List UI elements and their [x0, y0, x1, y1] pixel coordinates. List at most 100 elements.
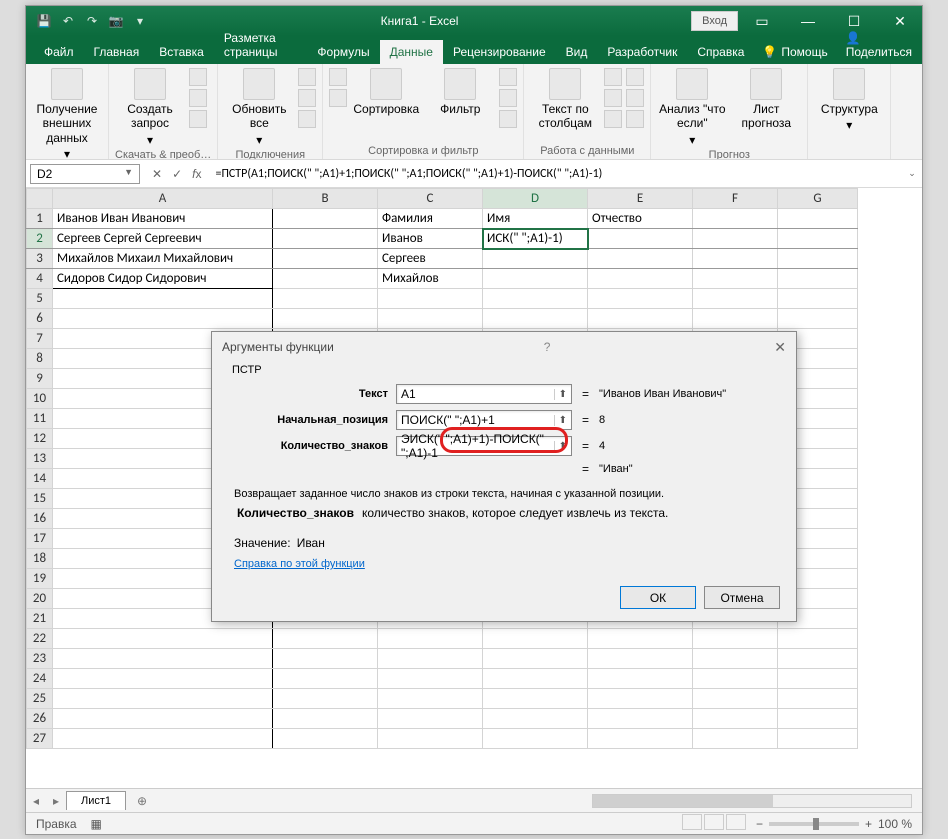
minimize-button[interactable]: — — [786, 6, 830, 36]
cell-A26[interactable] — [53, 709, 273, 729]
cell-D27[interactable] — [483, 729, 588, 749]
cell-F27[interactable] — [693, 729, 778, 749]
flash-fill-icon[interactable] — [604, 68, 622, 86]
dialog-help-icon[interactable]: ? — [544, 340, 551, 354]
cell-E5[interactable] — [588, 289, 693, 309]
arg1-input[interactable]: A1⬆ — [396, 384, 572, 404]
clear-filter-icon[interactable] — [499, 68, 517, 86]
manage-model-icon[interactable] — [626, 110, 644, 128]
cell-G3[interactable] — [778, 249, 858, 269]
col-header-E[interactable]: E — [588, 189, 693, 209]
zoom-out-icon[interactable]: − — [756, 817, 763, 831]
row-header-9[interactable]: 9 — [27, 369, 53, 389]
tab-help[interactable]: Справка — [687, 40, 754, 64]
formula-input[interactable]: =ПСТР(A1;ПОИСК(" ";A1)+1;ПОИСК(" ";A1;ПО… — [209, 165, 902, 183]
cell-B27[interactable] — [273, 729, 378, 749]
macro-record-icon[interactable]: ▦ — [91, 817, 102, 831]
cell-G4[interactable] — [778, 269, 858, 289]
ribbon-options-icon[interactable]: ▭ — [740, 6, 784, 36]
properties-icon[interactable] — [298, 89, 316, 107]
from-table-icon[interactable] — [189, 89, 207, 107]
normal-view-icon[interactable] — [682, 814, 702, 830]
tab-data[interactable]: Данные — [380, 40, 443, 64]
row-header-12[interactable]: 12 — [27, 429, 53, 449]
forecast-button[interactable]: Лист прогноза — [731, 68, 801, 131]
cell-C22[interactable] — [378, 629, 483, 649]
row-header-23[interactable]: 23 — [27, 649, 53, 669]
sort-az-icon[interactable] — [329, 68, 347, 86]
row-header-6[interactable]: 6 — [27, 309, 53, 329]
cell-A4[interactable]: Сидоров Сидор Сидорович — [53, 269, 273, 289]
cell-C24[interactable] — [378, 669, 483, 689]
cell-F3[interactable] — [693, 249, 778, 269]
cell-C26[interactable] — [378, 709, 483, 729]
tab-developer[interactable]: Разработчик — [597, 40, 687, 64]
row-header-24[interactable]: 24 — [27, 669, 53, 689]
cell-G2[interactable] — [778, 229, 858, 249]
tab-view[interactable]: Вид — [556, 40, 598, 64]
cell-D1[interactable]: Имя — [483, 209, 588, 229]
new-sheet-icon[interactable]: ⊕ — [132, 794, 152, 808]
redo-icon[interactable]: ↷ — [84, 13, 100, 29]
cell-B3[interactable] — [273, 249, 378, 269]
row-header-8[interactable]: 8 — [27, 349, 53, 369]
tab-insert[interactable]: Вставка — [149, 40, 214, 64]
row-header-3[interactable]: 3 — [27, 249, 53, 269]
cell-D24[interactable] — [483, 669, 588, 689]
touch-mode-icon[interactable]: 📷 — [108, 13, 124, 29]
cell-F4[interactable] — [693, 269, 778, 289]
cell-C3[interactable]: Сергеев — [378, 249, 483, 269]
new-query-button[interactable]: Создать запрос ▾ — [115, 68, 185, 147]
cell-B6[interactable] — [273, 309, 378, 329]
cell-D2[interactable]: ИСК(" ";A1)-1) — [483, 229, 588, 249]
cell-F22[interactable] — [693, 629, 778, 649]
cell-A3[interactable]: Михайлов Михаил Михайлович — [53, 249, 273, 269]
sort-za-icon[interactable] — [329, 89, 347, 107]
cell-E6[interactable] — [588, 309, 693, 329]
row-header-18[interactable]: 18 — [27, 549, 53, 569]
cancel-button[interactable]: Отмена — [704, 586, 780, 609]
tab-review[interactable]: Рецензирование — [443, 40, 556, 64]
cell-A22[interactable] — [53, 629, 273, 649]
show-queries-icon[interactable] — [189, 68, 207, 86]
signin-button[interactable]: Вход — [691, 11, 738, 31]
horizontal-scrollbar[interactable] — [162, 794, 912, 808]
undo-icon[interactable]: ↶ — [60, 13, 76, 29]
row-header-11[interactable]: 11 — [27, 409, 53, 429]
cell-G1[interactable] — [778, 209, 858, 229]
relationships-icon[interactable] — [626, 89, 644, 107]
cell-F1[interactable] — [693, 209, 778, 229]
cell-B1[interactable] — [273, 209, 378, 229]
cell-D4[interactable] — [483, 269, 588, 289]
cell-C27[interactable] — [378, 729, 483, 749]
cell-C23[interactable] — [378, 649, 483, 669]
cell-C2[interactable]: Иванов — [378, 229, 483, 249]
cell-G22[interactable] — [778, 629, 858, 649]
col-header-D[interactable]: D — [483, 189, 588, 209]
collapse-icon[interactable]: ⬆ — [554, 389, 567, 400]
cell-A24[interactable] — [53, 669, 273, 689]
col-header-G[interactable]: G — [778, 189, 858, 209]
cell-F2[interactable] — [693, 229, 778, 249]
cell-A27[interactable] — [53, 729, 273, 749]
row-header-5[interactable]: 5 — [27, 289, 53, 309]
filter-button[interactable]: Фильтр — [425, 68, 495, 116]
data-validation-icon[interactable] — [604, 110, 622, 128]
tab-nav-prev-icon[interactable]: ◂ — [26, 794, 46, 808]
connections-icon[interactable] — [298, 68, 316, 86]
cell-E25[interactable] — [588, 689, 693, 709]
cell-D26[interactable] — [483, 709, 588, 729]
row-header-19[interactable]: 19 — [27, 569, 53, 589]
cell-A1[interactable]: Иванов Иван Иванович — [53, 209, 273, 229]
row-header-20[interactable]: 20 — [27, 589, 53, 609]
expand-formula-icon[interactable]: ⌄ — [902, 168, 922, 179]
refresh-all-button[interactable]: Обновить все ▾ — [224, 68, 294, 147]
edit-links-icon[interactable] — [298, 110, 316, 128]
share-button[interactable]: 👤 Поделиться — [836, 26, 922, 64]
zoom-slider[interactable] — [769, 822, 859, 826]
cell-D22[interactable] — [483, 629, 588, 649]
cell-E2[interactable] — [588, 229, 693, 249]
row-header-13[interactable]: 13 — [27, 449, 53, 469]
pagebreak-view-icon[interactable] — [726, 814, 746, 830]
cell-B4[interactable] — [273, 269, 378, 289]
